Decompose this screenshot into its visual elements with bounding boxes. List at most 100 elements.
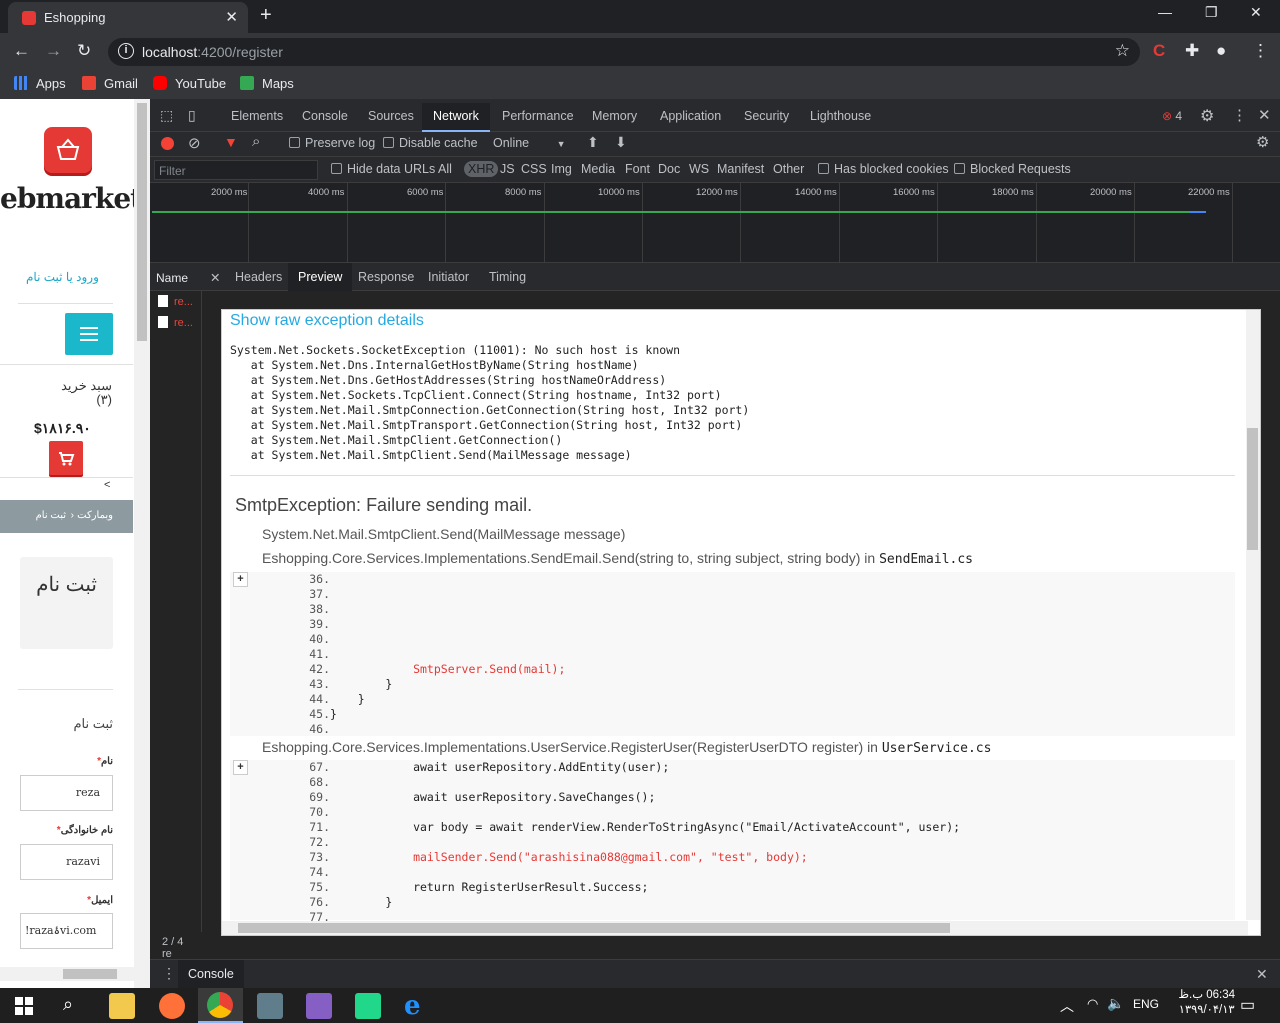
name-column-header[interactable]: Name <box>150 263 202 291</box>
visual-studio-icon[interactable] <box>306 993 332 1019</box>
minimize-icon[interactable]: — <box>1158 4 1172 20</box>
volume-icon[interactable]: 🔈 <box>1107 995 1124 1012</box>
last-name-input[interactable]: razavi <box>20 844 113 880</box>
filter-type-js[interactable]: JS <box>500 162 515 176</box>
tab-application[interactable]: Application <box>660 109 721 123</box>
chevron-up-icon[interactable]: ︿ <box>1060 996 1074 1016</box>
filter-type-doc[interactable]: Doc <box>658 162 680 176</box>
tab-sources[interactable]: Sources <box>368 109 414 123</box>
tab-initiator[interactable]: Initiator <box>428 270 469 284</box>
webstorm-icon[interactable] <box>355 993 381 1019</box>
network-overview-timeline[interactable]: 2000 ms 4000 ms 6000 ms 8000 ms 10000 ms… <box>150 183 1280 263</box>
url-text[interactable]: localhost:4200/register <box>142 44 283 60</box>
close-drawer-icon[interactable]: ✕ <box>1256 966 1268 983</box>
bookmark-youtube[interactable]: YouTube <box>153 76 226 91</box>
filter-type-font[interactable]: Font <box>625 162 650 176</box>
tab-response[interactable]: Response <box>358 270 414 284</box>
request-row[interactable]: re... <box>158 295 193 308</box>
disable-cache-checkbox[interactable]: Disable cache <box>383 136 478 150</box>
throttling-select[interactable]: Online ▼ <box>493 136 566 150</box>
cart-button[interactable] <box>49 441 83 475</box>
filter-type-css[interactable]: CSS <box>521 162 547 176</box>
filter-type-other[interactable]: Other <box>773 162 804 176</box>
tab-timing[interactable]: Timing <box>489 270 526 284</box>
show-raw-exception-link[interactable]: Show raw exception details <box>230 312 424 330</box>
preview-vscrollbar-thumb[interactable] <box>1247 428 1258 550</box>
preview-vscrollbar[interactable] <box>1246 310 1260 920</box>
bookmark-maps[interactable]: Maps <box>240 76 294 91</box>
edge-icon[interactable]: e <box>404 991 421 1021</box>
record-icon[interactable] <box>161 137 174 150</box>
tab-network[interactable]: Network <box>422 103 490 132</box>
tab-preview[interactable]: Preview <box>288 263 353 291</box>
restore-icon[interactable]: ❐ <box>1205 4 1218 21</box>
page-hscrollbar-thumb[interactable] <box>63 969 117 979</box>
drawer-tab-console[interactable]: Console <box>178 960 244 988</box>
close-window-icon[interactable]: ✕ <box>1250 4 1262 21</box>
menu-kebab-icon[interactable]: ⋮ <box>1252 41 1269 61</box>
hamburger-menu-button[interactable] <box>65 313 113 355</box>
filter-type-media[interactable]: Media <box>581 162 615 176</box>
close-devtools-icon[interactable]: ✕ <box>1258 106 1271 124</box>
extension-icon[interactable]: C <box>1153 41 1165 61</box>
new-tab-icon[interactable]: + <box>260 4 272 27</box>
blocked-requests-checkbox[interactable]: Blocked Requests <box>954 162 1071 176</box>
close-tab-icon[interactable]: ✕ <box>225 8 238 26</box>
login-register-link[interactable]: ورود یا ثبت نام <box>26 270 99 284</box>
bookmark-apps[interactable]: Apps <box>14 76 66 91</box>
tool-icon[interactable] <box>257 993 283 1019</box>
back-icon[interactable]: ← <box>13 41 30 61</box>
browser-tab[interactable]: Eshopping ✕ <box>8 2 248 33</box>
forward-icon[interactable]: → <box>45 41 62 61</box>
has-blocked-cookies-checkbox[interactable]: Has blocked cookies <box>818 162 949 176</box>
address-bar[interactable]: i localhost:4200/register ☆ <box>108 38 1140 66</box>
firefox-icon[interactable] <box>159 993 185 1019</box>
tab-elements[interactable]: Elements <box>231 109 283 123</box>
filter-type-manifest[interactable]: Manifest <box>717 162 764 176</box>
profile-avatar-icon[interactable]: ● <box>1216 41 1226 61</box>
expand-button[interactable]: + <box>233 760 248 775</box>
tab-performance[interactable]: Performance <box>502 109 574 123</box>
inspect-element-icon[interactable]: ⬚ <box>160 107 173 124</box>
filter-type-all[interactable]: All <box>438 162 452 176</box>
filter-type-img[interactable]: Img <box>551 162 572 176</box>
drawer-menu-icon[interactable]: ⋮ <box>162 965 176 982</box>
email-input[interactable]: !razaۀvi.com <box>20 913 113 949</box>
request-row[interactable]: re... <box>158 316 193 329</box>
reload-icon[interactable]: ↻ <box>77 41 91 61</box>
site-logo-text[interactable]: ebmarket <box>0 182 143 215</box>
notification-icon[interactable]: ▭ <box>1240 995 1255 1015</box>
tab-headers[interactable]: Headers <box>235 270 282 284</box>
filter-type-xhr[interactable]: XHR <box>464 161 499 177</box>
tab-lighthouse[interactable]: Lighthouse <box>810 109 871 123</box>
language-indicator[interactable]: ENG <box>1133 997 1159 1011</box>
search-icon[interactable]: ⌕ <box>63 994 73 1015</box>
bookmark-star-icon[interactable]: ☆ <box>1115 41 1130 61</box>
windows-start-icon[interactable] <box>15 997 33 1015</box>
expand-button[interactable]: + <box>233 572 248 587</box>
filter-funnel-icon[interactable]: ▼ <box>224 134 238 150</box>
stack-frame[interactable]: Eshopping.Core.Services.Implementations.… <box>262 739 991 756</box>
export-har-icon[interactable]: ⬇ <box>615 134 627 151</box>
tab-console[interactable]: Console <box>302 109 348 123</box>
device-toolbar-icon[interactable]: ▯ <box>188 107 196 124</box>
settings-gear-icon[interactable]: ⚙ <box>1200 106 1214 126</box>
network-icon[interactable]: ◠ <box>1087 996 1098 1012</box>
import-har-icon[interactable]: ⬆ <box>587 134 599 151</box>
close-detail-icon[interactable]: ✕ <box>210 270 220 285</box>
tab-security[interactable]: Security <box>744 109 789 123</box>
preview-hscrollbar-thumb[interactable] <box>238 923 950 933</box>
puzzle-extensions-icon[interactable]: ✚ <box>1185 41 1199 61</box>
search-icon[interactable]: ⌕ <box>252 133 260 150</box>
network-settings-icon[interactable]: ⚙ <box>1256 133 1269 151</box>
stack-frame[interactable]: Eshopping.Core.Services.Implementations.… <box>262 550 973 567</box>
chrome-taskbar-button[interactable] <box>198 988 243 1023</box>
tab-memory[interactable]: Memory <box>592 109 637 123</box>
site-info-icon[interactable]: i <box>118 43 134 59</box>
devtools-menu-icon[interactable]: ⋮ <box>1232 106 1247 124</box>
bookmark-gmail[interactable]: Gmail <box>82 76 138 91</box>
page-scrollbar-thumb[interactable] <box>137 103 147 341</box>
filter-type-ws[interactable]: WS <box>689 162 709 176</box>
file-explorer-icon[interactable] <box>109 993 135 1019</box>
breadcrumb-home[interactable]: وبمارکت <box>77 510 113 521</box>
